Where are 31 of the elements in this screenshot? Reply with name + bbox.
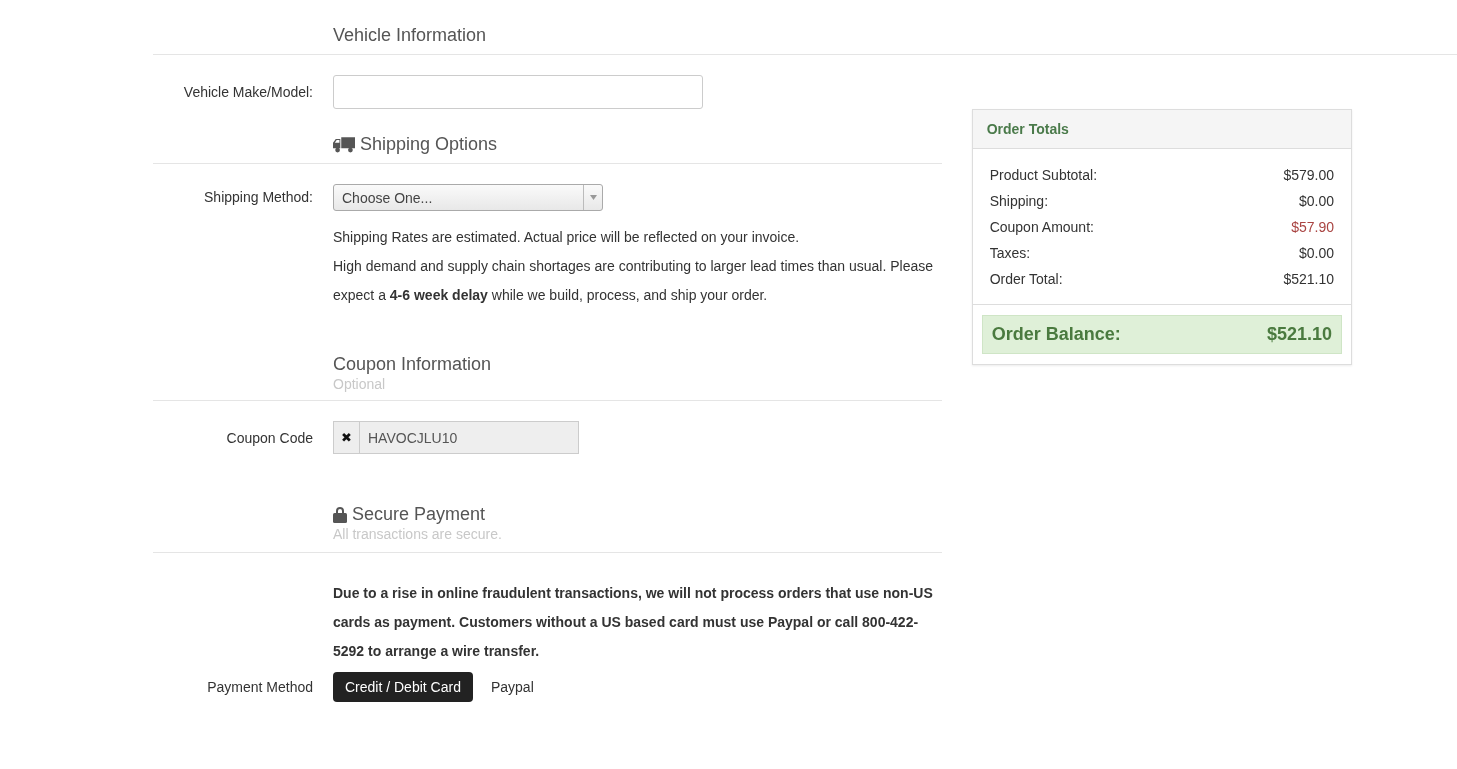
section-title: Vehicle Information	[333, 25, 488, 46]
caret-icon	[589, 195, 597, 200]
total-label: Product Subtotal:	[989, 166, 1098, 185]
total-label: Order Total:	[989, 270, 1063, 289]
total-label: Taxes:	[989, 244, 1031, 263]
field-label: Payment Method	[206, 679, 313, 695]
total-value: $57.90	[1291, 218, 1334, 237]
field-label: Shipping Method:	[203, 189, 313, 205]
truck-icon	[333, 136, 355, 153]
total-value: $579.00	[1283, 166, 1334, 185]
total-value: $0.00	[1298, 244, 1334, 263]
section-title: Secure Payment	[352, 504, 486, 525]
coupon-field[interactable]: ✖ HAVOCJLU10	[333, 421, 579, 454]
section-title: Coupon Information	[333, 354, 493, 375]
field-label: Vehicle Make/Model:	[182, 84, 313, 100]
panel-title: Order Totals	[986, 121, 1069, 137]
lock-icon	[333, 506, 347, 523]
payment-method-tab[interactable]: Paypal	[478, 672, 546, 702]
total-label: Shipping:	[989, 192, 1049, 211]
total-value: $0.00	[1298, 192, 1334, 211]
balance-label: Order Balance:	[991, 324, 1121, 345]
section-title: Shipping Options	[360, 134, 498, 155]
shipping-method-dropdown[interactable]: Choose One...	[333, 184, 603, 211]
field-label: Coupon Code	[225, 429, 313, 446]
total-value: $521.10	[1283, 270, 1334, 289]
input-field[interactable]	[333, 75, 703, 109]
shipping-note: Shipping Rates are estimated. Actual price will be reflected on your invoice. High demand and supply chain shortages are contributing to larger lead times than usual. Please expect a 4-6 week delay while we build, process, and ship your order.	[333, 228, 935, 305]
payment-method-tab[interactable]: Credit / Debit Card	[333, 672, 473, 702]
total-label: Coupon Amount:	[989, 218, 1094, 237]
payment-notice: Due to a rise in online fraudulent transactions, we will not process orders that use non-US cards as payment. Customers without a US based card must use Paypal or call 800-422-5292 to arrange a wire transfer.	[333, 584, 934, 661]
balance-value: $521.10	[1266, 324, 1332, 345]
